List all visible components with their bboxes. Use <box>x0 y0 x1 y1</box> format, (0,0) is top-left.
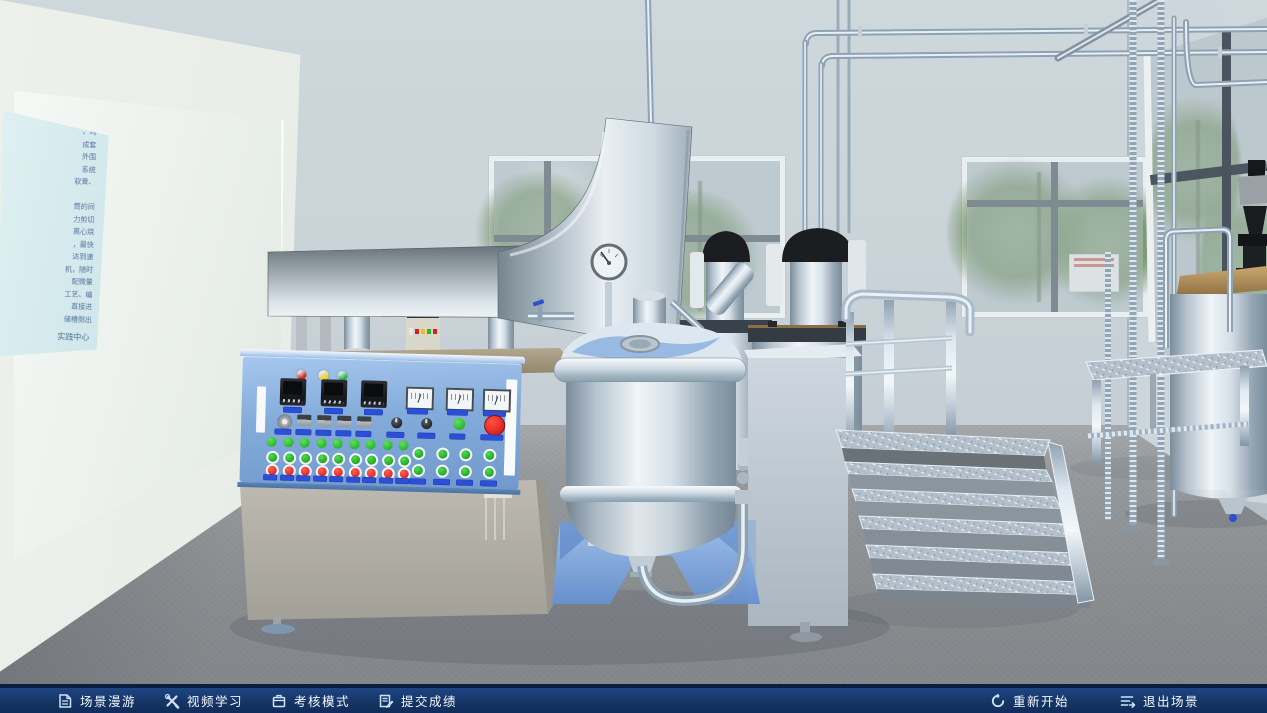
toolbar-item-scene-roam[interactable]: 场景漫游 <box>57 691 136 710</box>
panel-button[interactable] <box>299 438 309 448</box>
panel-button[interactable] <box>349 439 359 449</box>
panel-button[interactable] <box>412 447 425 460</box>
standpipes[interactable] <box>1108 0 1170 566</box>
panel-button[interactable] <box>459 448 472 461</box>
crossed-tools-icon <box>164 693 180 709</box>
toolbar-item-label: 提交成绩 <box>401 691 457 710</box>
machine-3d-scene[interactable] <box>0 0 1267 713</box>
panel-label-chip <box>379 478 392 483</box>
side-cabinet[interactable] <box>744 344 862 642</box>
toolbar-item-label: 考核模式 <box>294 691 350 710</box>
panel-label-chip <box>297 476 310 481</box>
exit-icon <box>1119 693 1136 709</box>
edit-document-icon <box>378 693 394 709</box>
panel-label-chip <box>433 479 449 484</box>
panel-button[interactable] <box>266 437 276 447</box>
panel-button[interactable] <box>412 464 425 477</box>
panel-button[interactable] <box>332 439 342 449</box>
panel-button[interactable] <box>365 453 378 466</box>
toolbar-item-video-learning[interactable]: 视频学习 <box>164 691 243 710</box>
toolbar-item-assessment-mode[interactable]: 考核模式 <box>271 691 350 710</box>
panel-button[interactable] <box>459 465 472 478</box>
toolbar-item-label: 退出场景 <box>1143 691 1199 710</box>
panel-button[interactable] <box>435 464 448 477</box>
panel-label-chip <box>409 479 425 484</box>
toolbar-item-exit-scene[interactable]: 退出场景 <box>1119 691 1199 710</box>
console-buttons-layer <box>239 356 521 490</box>
panel-button[interactable] <box>436 447 449 460</box>
toolbar-item-restart[interactable]: 重新开始 <box>990 691 1069 710</box>
panel-label-chip <box>480 481 496 486</box>
panel-label-chip <box>396 478 409 483</box>
platform-stairs[interactable] <box>836 294 1094 608</box>
toolbar-item-label: 场景漫游 <box>80 691 136 710</box>
panel-button[interactable] <box>348 452 361 465</box>
panel-button[interactable] <box>315 452 328 465</box>
panel-button[interactable] <box>266 450 279 463</box>
panel-button[interactable] <box>398 440 408 450</box>
panel-button[interactable] <box>365 439 375 449</box>
document-icon <box>57 693 73 709</box>
toolbar-item-label: 重新开始 <box>1013 691 1069 710</box>
scene-viewport[interactable]: 、均 成套 外围 系统 软膏、 筒的间 力剪切 离心烧 ，最快 达到速 机，随时… <box>0 0 1267 713</box>
storage-tank-right[interactable] <box>1170 160 1267 522</box>
panel-label-chip <box>280 475 293 480</box>
toolbox-icon <box>271 693 287 709</box>
panel-button[interactable] <box>299 451 312 464</box>
toolbar-item-submit-score[interactable]: 提交成绩 <box>378 691 457 710</box>
panel-button[interactable] <box>316 438 326 448</box>
panel-button[interactable] <box>483 449 496 462</box>
panel-button[interactable] <box>382 440 392 450</box>
bottom-toolbar: 场景漫游 视频学习 考核模式 <box>0 684 1267 713</box>
panel-button[interactable] <box>398 454 411 467</box>
toolbar-item-label: 视频学习 <box>187 691 243 710</box>
panel-button[interactable] <box>332 452 345 465</box>
panel-button[interactable] <box>482 466 495 479</box>
restart-icon <box>990 693 1006 709</box>
panel-label-chip <box>313 476 326 481</box>
tank-valve[interactable] <box>1229 514 1237 522</box>
panel-button[interactable] <box>283 451 296 464</box>
panel-label-chip <box>264 475 277 480</box>
panel-label-chip <box>456 480 472 485</box>
panel-label-chip <box>363 477 376 482</box>
panel-button[interactable] <box>381 453 394 466</box>
panel-label-chip <box>330 476 343 481</box>
panel-button[interactable] <box>283 437 293 447</box>
panel-label-chip <box>346 477 359 482</box>
control-console-panel[interactable] <box>239 356 521 490</box>
